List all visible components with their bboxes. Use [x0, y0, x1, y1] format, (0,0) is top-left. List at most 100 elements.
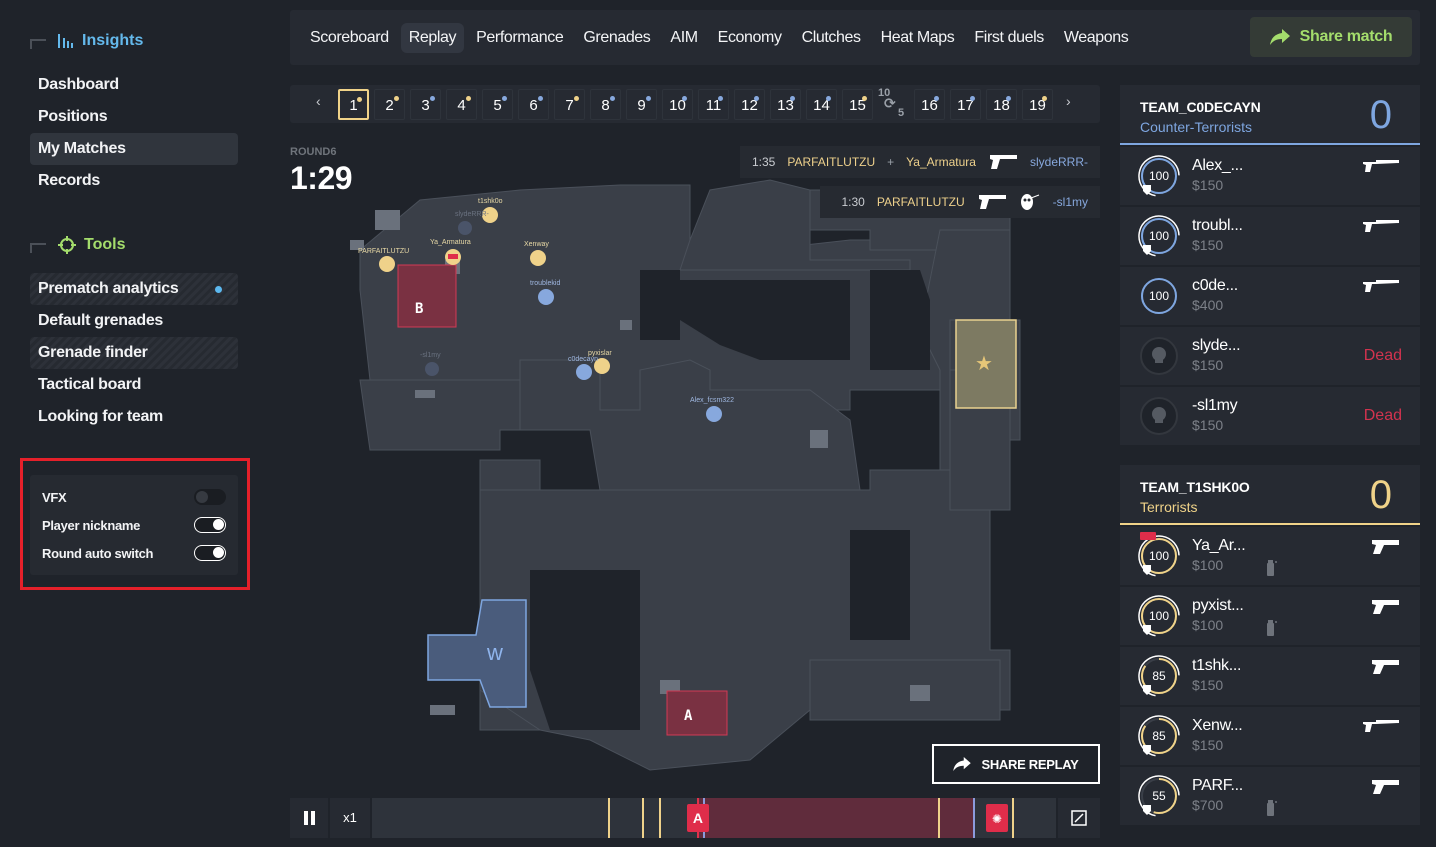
round-button-19[interactable]: 19 — [1022, 89, 1053, 120]
tab-first-duels[interactable]: First duels — [966, 23, 1051, 53]
fullscreen-button[interactable] — [1058, 798, 1100, 838]
round-button-1[interactable]: 1 — [338, 89, 369, 120]
sidebar-item-tactical-board[interactable]: Tactical board — [30, 369, 238, 401]
round-button-13[interactable]: 13 — [770, 89, 801, 120]
bomb-plant-badge[interactable]: A — [686, 804, 709, 832]
round-button-17[interactable]: 17 — [950, 89, 981, 120]
round-button-15[interactable]: 15 — [842, 89, 873, 120]
map-canvas[interactable]: B ᴡ ★ A t1shk0o slydeRRR- PARFAITLUTZU Y… — [290, 130, 1100, 790]
killfeed-entry: 1:30 PARFAITLUTZU -sl1my — [820, 186, 1100, 218]
round-button-18[interactable]: 18 — [986, 89, 1017, 120]
player-name: c0de... — [1192, 277, 1238, 294]
round-number: 8 — [601, 97, 610, 114]
pistol-icon — [989, 155, 1017, 169]
round-button-4[interactable]: 4 — [446, 89, 477, 120]
round-number: 3 — [421, 97, 430, 114]
timeline-event-marker[interactable] — [642, 798, 645, 838]
tab-weapons[interactable]: Weapons — [1056, 23, 1137, 53]
sidebar-item-dashboard[interactable]: Dashboard — [30, 69, 238, 101]
sidebar-item-records[interactable]: Records — [30, 165, 238, 197]
vfx-toggle[interactable] — [194, 489, 226, 505]
round-auto-switch-toggle[interactable] — [194, 545, 226, 561]
tab-aim[interactable]: AIM — [662, 23, 705, 53]
player-row[interactable]: 100 pyxist... $100 — [1120, 587, 1420, 645]
timeline-event-marker[interactable] — [1011, 798, 1014, 838]
player-row[interactable]: 55 PARF... $700 — [1120, 767, 1420, 825]
timeline-track[interactable]: A ✺ — [372, 798, 1056, 838]
tab-scoreboard[interactable]: Scoreboard — [302, 23, 397, 53]
round-button-12[interactable]: 12 — [734, 89, 765, 120]
glock-icon — [1370, 539, 1400, 560]
tab-performance[interactable]: Performance — [468, 23, 571, 53]
player-row[interactable]: Dead -sl1my $150 — [1120, 387, 1420, 445]
player-nickname-toggle[interactable] — [194, 517, 226, 533]
player-row[interactable]: 100 troubl... $150 — [1120, 207, 1420, 265]
round-number: 6 — [529, 97, 538, 114]
player-row[interactable]: 100 Alex_... $150 — [1120, 147, 1420, 205]
round-button-8[interactable]: 8 — [590, 89, 621, 120]
round-button-6[interactable]: 6 — [518, 89, 549, 120]
round-button-10[interactable]: 10 — [662, 89, 693, 120]
player-label: troublekid — [530, 280, 560, 287]
replay-settings-panel: VFX Player nickname Round auto switch — [30, 475, 238, 575]
speed-button[interactable]: x1 — [330, 798, 370, 838]
player-row[interactable]: 100 c0de... $400 — [1120, 267, 1420, 325]
round-end-badge[interactable]: ✺ — [985, 804, 1008, 832]
player-label: slydeRRR- — [455, 211, 490, 218]
prev-round-button[interactable]: ‹ — [316, 93, 321, 109]
share-match-button[interactable]: Share match — [1250, 17, 1412, 57]
round-button-14[interactable]: 14 — [806, 89, 837, 120]
round-button-3[interactable]: 3 — [410, 89, 441, 120]
round-winner-dot — [970, 96, 975, 101]
pause-button[interactable] — [290, 798, 328, 838]
timeline-event-marker[interactable] — [938, 798, 941, 838]
timeline-event-marker[interactable] — [659, 798, 662, 838]
player-row[interactable]: 85 Xenw... $150 — [1120, 707, 1420, 765]
timeline-event-marker[interactable] — [972, 798, 975, 838]
sidebar-item-prematch-analytics[interactable]: Prematch analytics — [30, 273, 238, 305]
round-button-11[interactable]: 11 — [698, 89, 729, 120]
insights-nav: Dashboard Positions My Matches Records — [30, 69, 238, 197]
sidebar-item-grenade-finder[interactable]: Grenade finder — [30, 337, 238, 369]
health-value: 100 — [1148, 549, 1170, 563]
health-value: 85 — [1152, 669, 1166, 683]
timeline-event-marker[interactable] — [607, 798, 610, 838]
player-row[interactable]: Dead slyde... $150 — [1120, 327, 1420, 385]
round-button-16[interactable]: 16 — [914, 89, 945, 120]
player-money: $100 — [1192, 617, 1224, 633]
collapse-hook-icon[interactable] — [30, 243, 46, 253]
tab-heat-maps[interactable]: Heat Maps — [873, 23, 963, 53]
round-winner-dot — [357, 97, 362, 102]
player-row[interactable]: 100 Ya_Ar... $100 — [1120, 527, 1420, 585]
tab-replay[interactable]: Replay — [400, 23, 465, 53]
sidebar-item-looking-for-team[interactable]: Looking for team — [30, 401, 238, 433]
player-name: Alex_... — [1192, 157, 1243, 174]
collapse-hook-icon[interactable] — [30, 39, 46, 49]
round-button-7[interactable]: 7 — [554, 89, 585, 120]
tab-economy[interactable]: Economy — [710, 23, 790, 53]
next-round-button[interactable]: › — [1066, 93, 1071, 109]
sidebar-item-label: Prematch analytics — [38, 280, 179, 297]
round-button-2[interactable]: 2 — [374, 89, 405, 120]
player-name: troubl... — [1192, 217, 1243, 234]
team-name: TEAM_C0DECAYN — [1140, 99, 1261, 115]
kill-time: 1:30 — [841, 195, 865, 209]
glock-icon — [1370, 599, 1400, 620]
sidebar-item-my-matches[interactable]: My Matches — [30, 133, 238, 165]
round-button-5[interactable]: 5 — [482, 89, 513, 120]
tab-clutches[interactable]: Clutches — [794, 23, 869, 53]
player-money: $150 — [1192, 417, 1224, 433]
sidebar-item-positions[interactable]: Positions — [30, 101, 238, 133]
expand-icon — [1071, 810, 1087, 826]
tab-grenades[interactable]: Grenades — [575, 23, 658, 53]
player-row[interactable]: 85 t1shk... $150 — [1120, 647, 1420, 705]
share-replay-label: SHARE REPLAY — [981, 756, 1079, 772]
player-name: PARF... — [1192, 777, 1243, 794]
sidebar-item-default-grenades[interactable]: Default grenades — [30, 305, 238, 337]
round-button-9[interactable]: 9 — [626, 89, 657, 120]
share-replay-button[interactable]: SHARE REPLAY — [932, 744, 1100, 784]
player-name: slyde... — [1192, 337, 1241, 354]
round-winner-dot — [934, 96, 939, 101]
round-winner-dot — [538, 96, 543, 101]
bombsite-a — [666, 690, 728, 736]
